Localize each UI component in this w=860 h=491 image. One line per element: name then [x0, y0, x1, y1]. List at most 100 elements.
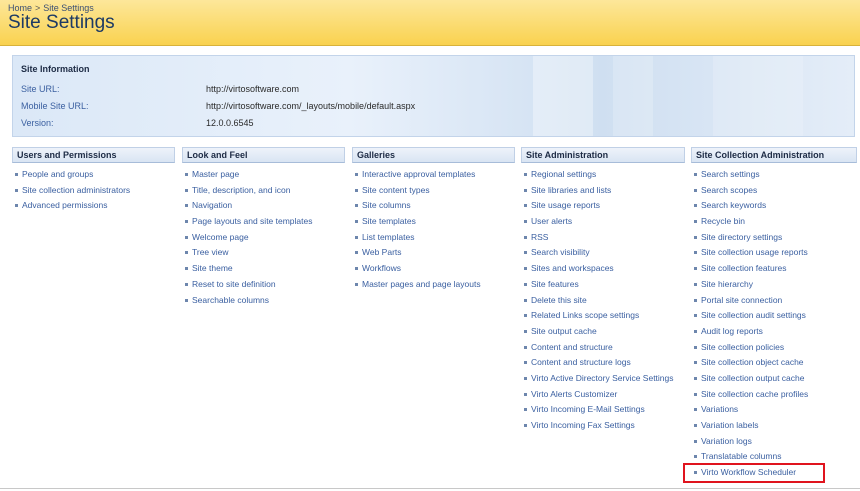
settings-link[interactable]: Variation logs: [701, 436, 752, 446]
bullet-icon: [524, 204, 527, 208]
settings-link[interactable]: Search keywords: [701, 200, 766, 210]
settings-list-item: Workflows: [352, 261, 515, 277]
settings-link[interactable]: Site theme: [192, 263, 233, 273]
settings-link[interactable]: Site collection features: [701, 263, 787, 273]
settings-link[interactable]: Site directory settings: [701, 232, 782, 242]
settings-link[interactable]: Site libraries and lists: [531, 185, 611, 195]
settings-link[interactable]: Master page: [192, 169, 239, 179]
settings-list-item: Virto Incoming Fax Settings: [521, 418, 685, 434]
settings-link[interactable]: Page layouts and site templates: [192, 216, 313, 226]
settings-link[interactable]: Recycle bin: [701, 216, 745, 226]
settings-link[interactable]: Variation labels: [701, 420, 759, 430]
settings-link-list: Search settings Search scopes Search keywo…: [691, 167, 857, 481]
settings-link[interactable]: Search scopes: [701, 185, 757, 195]
settings-link[interactable]: Site collection object cache: [701, 357, 804, 367]
settings-link[interactable]: Virto Incoming E-Mail Settings: [531, 404, 645, 414]
settings-list-item: Virto Alerts Customizer: [521, 387, 685, 403]
settings-link[interactable]: Virto Incoming Fax Settings: [531, 420, 635, 430]
settings-link[interactable]: Site collection output cache: [701, 373, 804, 383]
settings-link[interactable]: Site collection policies: [701, 342, 784, 352]
settings-link[interactable]: Workflows: [362, 263, 401, 273]
settings-link-list: People and groups Site collection adminis…: [12, 167, 175, 214]
settings-link[interactable]: RSS: [531, 232, 548, 242]
settings-link[interactable]: Related Links scope settings: [531, 310, 639, 320]
settings-list-item: Site collection policies: [691, 340, 857, 356]
settings-link[interactable]: Advanced permissions: [22, 200, 108, 210]
settings-list-item: Site collection features: [691, 261, 857, 277]
settings-link[interactable]: Regional settings: [531, 169, 596, 179]
settings-list-item: Content and structure: [521, 340, 685, 356]
bullet-icon: [694, 329, 697, 333]
settings-link[interactable]: Search settings: [701, 169, 760, 179]
decorative-building-graphic: [533, 56, 593, 136]
settings-link[interactable]: Variations: [701, 404, 738, 414]
settings-list-item: People and groups: [12, 167, 175, 183]
settings-list-item: Delete this site: [521, 293, 685, 309]
bullet-icon: [694, 298, 697, 302]
page-header: Home > Site Settings Site Settings: [0, 0, 860, 46]
settings-list-item: Tree view: [182, 245, 345, 261]
settings-link[interactable]: Site output cache: [531, 326, 597, 336]
version-row: Version: 12.0.0.6545: [21, 118, 254, 128]
settings-link[interactable]: Web Parts: [362, 247, 402, 257]
settings-link[interactable]: Site collection administrators: [22, 185, 130, 195]
bullet-icon: [694, 282, 697, 286]
column-heading: Users and Permissions: [12, 147, 175, 163]
settings-link[interactable]: Reset to site definition: [192, 279, 276, 289]
settings-link[interactable]: Site collection audit settings: [701, 310, 806, 320]
settings-list-item: Site directory settings: [691, 230, 857, 246]
settings-link[interactable]: Virto Alerts Customizer: [531, 389, 617, 399]
settings-list-item: Regional settings: [521, 167, 685, 183]
bullet-icon: [355, 251, 358, 255]
settings-list-item: Portal site connection: [691, 293, 857, 309]
bullet-icon: [694, 267, 697, 271]
settings-link[interactable]: Content and structure logs: [531, 357, 631, 367]
settings-link[interactable]: Welcome page: [192, 232, 249, 242]
bullet-icon: [524, 408, 527, 412]
bullet-icon: [185, 220, 188, 224]
settings-list-item: Virto Active Directory Service Settings: [521, 371, 685, 387]
settings-link[interactable]: Virto Active Directory Service Settings: [531, 373, 674, 383]
bullet-icon: [694, 220, 697, 224]
bullet-icon: [694, 314, 697, 318]
settings-list-item: Site collection output cache: [691, 371, 857, 387]
settings-link[interactable]: Title, description, and icon: [192, 185, 290, 195]
settings-link[interactable]: Site content types: [362, 185, 430, 195]
settings-link[interactable]: Site columns: [362, 200, 411, 210]
mobile-site-url-row: Mobile Site URL: http://virtosoftware.com…: [21, 101, 415, 111]
settings-link[interactable]: Master pages and page layouts: [362, 279, 481, 289]
settings-link[interactable]: Site features: [531, 279, 579, 289]
settings-link[interactable]: Sites and workspaces: [531, 263, 614, 273]
bullet-icon: [694, 439, 697, 443]
settings-link[interactable]: Navigation: [192, 200, 232, 210]
settings-list-item: RSS: [521, 230, 685, 246]
bullet-icon: [355, 235, 358, 239]
settings-link[interactable]: Interactive approval templates: [362, 169, 475, 179]
settings-link[interactable]: Site collection cache profiles: [701, 389, 808, 399]
settings-link[interactable]: Translatable columns: [701, 451, 781, 461]
settings-list-item: Sites and workspaces: [521, 261, 685, 277]
bullet-icon: [15, 188, 18, 192]
settings-list-item: Site features: [521, 277, 685, 293]
settings-link[interactable]: Portal site connection: [701, 295, 782, 305]
bullet-icon: [694, 455, 697, 459]
settings-link[interactable]: Content and structure: [531, 342, 613, 352]
column-heading: Galleries: [352, 147, 515, 163]
settings-link[interactable]: Site templates: [362, 216, 416, 226]
settings-list-item: Interactive approval templates: [352, 167, 515, 183]
settings-link[interactable]: Site collection usage reports: [701, 247, 808, 257]
settings-link[interactable]: Tree view: [192, 247, 229, 257]
settings-list-item: List templates: [352, 230, 515, 246]
bullet-icon: [524, 235, 527, 239]
settings-link[interactable]: Audit log reports: [701, 326, 763, 336]
settings-link[interactable]: Site hierarchy: [701, 279, 753, 289]
settings-link[interactable]: User alerts: [531, 216, 572, 226]
settings-link[interactable]: Search visibility: [531, 247, 590, 257]
settings-link[interactable]: List templates: [362, 232, 414, 242]
settings-list-item: Site collection administrators: [12, 183, 175, 199]
bullet-icon: [185, 251, 188, 255]
settings-link[interactable]: Delete this site: [531, 295, 587, 305]
settings-link[interactable]: Site usage reports: [531, 200, 600, 210]
settings-link[interactable]: People and groups: [22, 169, 93, 179]
settings-link[interactable]: Searchable columns: [192, 295, 269, 305]
